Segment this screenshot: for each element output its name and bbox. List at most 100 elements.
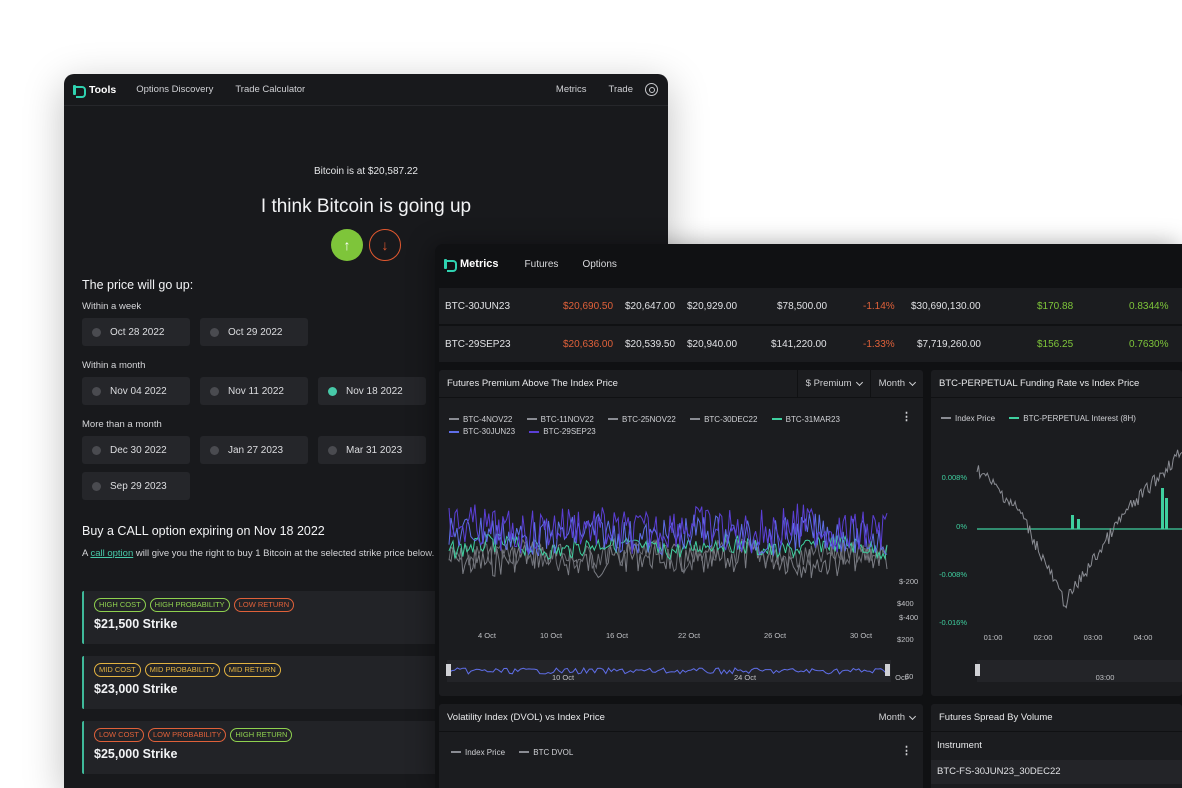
call-option-link[interactable]: call option: [90, 548, 133, 559]
cost-tag: MID COST: [94, 663, 141, 677]
x-tick: 30 Oct: [850, 631, 873, 640]
legend-swatch: [519, 751, 530, 753]
strike-card[interactable]: MID COST MID PROBABILITY MID RETURN $23,…: [82, 656, 482, 709]
radio-icon: [210, 445, 219, 455]
radio-icon: [92, 481, 101, 491]
settings-gear-icon[interactable]: [645, 83, 658, 96]
probability-tag: MID PROBABILITY: [144, 663, 220, 677]
tools-logo[interactable]: Tools: [72, 84, 116, 98]
buy-call-description: A call option will give you the right to…: [82, 546, 442, 561]
funding-chart-svg: 0.008% 0% -0.008% -0.016% 01:00 02:00 03:00 04:…: [939, 449, 1182, 682]
date-option[interactable]: Mar 31 2023: [318, 436, 426, 464]
premium-panel-title: Futures Premium Above The Index Price: [447, 378, 618, 389]
funding-panel-title: BTC-PERPETUAL Funding Rate vs Index Pric…: [939, 378, 1140, 389]
date-option-label: Oct 29 2022: [228, 326, 283, 338]
date-option-label: Sep 29 2023: [110, 480, 167, 492]
mark-cell: $20,636.00: [563, 339, 614, 350]
nav-futures[interactable]: Futures: [525, 259, 559, 270]
return-tag: HIGH RETURN: [230, 728, 293, 742]
arrow-up-icon: ↑: [343, 237, 351, 253]
nav-trade-calculator[interactable]: Trade Calculator: [235, 84, 305, 95]
date-option[interactable]: Dec 30 2022: [82, 436, 190, 464]
strike-label: $21,500 Strike: [94, 617, 178, 631]
radio-icon: [92, 386, 101, 396]
price-will-heading: The price will go up:: [82, 278, 194, 292]
date-option-label: Oct 28 2022: [110, 326, 165, 338]
radio-icon: [210, 386, 219, 396]
y-tick: $400: [897, 599, 914, 608]
strike-label: $25,000 Strike: [94, 747, 178, 761]
legend-item[interactable]: BTC DVOL: [519, 748, 573, 757]
range-navigator: [977, 660, 1182, 682]
sentiment-headline: I think Bitcoin is going up: [260, 196, 472, 217]
y-tick: 0%: [956, 522, 967, 531]
going-up-button[interactable]: ↑: [331, 229, 363, 261]
date-option[interactable]: Sep 29 2023: [82, 472, 190, 500]
funding-bar: [1161, 488, 1164, 529]
date-option[interactable]: Oct 28 2022: [82, 318, 190, 346]
date-option-label: Mar 31 2023: [346, 444, 403, 456]
x-tick: 16 Oct: [606, 631, 629, 640]
open-interest-cell: $7,719,260.00: [917, 339, 981, 350]
date-option-label: Nov 11 2022: [228, 385, 284, 397]
funding-bar: [1071, 515, 1074, 529]
more-options-icon[interactable]: ⋮: [901, 744, 912, 757]
nav-options[interactable]: Options: [582, 259, 616, 270]
premium-cell: $156.25: [1037, 339, 1074, 350]
probability-tag: LOW PROBABILITY: [148, 728, 227, 742]
radio-icon: [328, 445, 337, 455]
going-down-button[interactable]: ↓: [369, 229, 401, 261]
metrics-brand-label: Metrics: [460, 258, 499, 270]
date-option[interactable]: Jan 27 2023: [200, 436, 308, 464]
table-row[interactable]: BTC-FS-30JUN23_30DEC22: [931, 760, 1182, 784]
instrument-column-header[interactable]: Instrument: [937, 740, 982, 751]
legend-swatch: [451, 751, 461, 753]
strike-card[interactable]: LOW COST LOW PROBABILITY HIGH RETURN $25…: [82, 721, 482, 774]
date-option-label: Jan 27 2023: [228, 444, 284, 456]
date-option[interactable]: Nov 04 2022: [82, 377, 190, 405]
y-tick: -0.016%: [939, 618, 967, 627]
radio-icon: [210, 327, 219, 337]
metrics-logo[interactable]: Metrics: [443, 258, 499, 272]
cost-tag: LOW COST: [94, 728, 145, 742]
premium-series-line: [448, 503, 888, 556]
dvol-range-dropdown[interactable]: Month: [871, 704, 923, 732]
volume-cell: $78,500.00: [777, 301, 828, 312]
chevron-down-icon: [855, 378, 863, 386]
table-row[interactable]: BTC-30JUN23 $20,690.50 $20,647.00 $20,92…: [439, 288, 1182, 324]
dvol-legend: Index Price BTC DVOL: [451, 746, 585, 757]
nav-trade[interactable]: Trade: [609, 84, 633, 95]
change-cell: -1.33%: [863, 339, 895, 350]
date-option-label: Dec 30 2022: [110, 444, 167, 456]
arrow-down-icon: ↓: [381, 237, 389, 253]
spread-panel-title: Futures Spread By Volume: [939, 712, 1053, 723]
logo-icon: [72, 84, 86, 98]
premium-unit-dropdown[interactable]: $ Premium: [796, 370, 870, 398]
instrument-cell: BTC-30JUN23: [445, 301, 511, 312]
table-row[interactable]: BTC-29SEP23 $20,636.00 $20,539.50 $20,94…: [439, 326, 1182, 362]
legend-item[interactable]: Index Price: [451, 748, 505, 757]
date-option[interactable]: Oct 29 2022: [200, 318, 308, 346]
y-tick: $0: [905, 672, 914, 681]
date-option[interactable]: Nov 11 2022: [200, 377, 308, 405]
group-label-more: More than a month: [82, 419, 162, 430]
date-option-selected[interactable]: Nov 18 2022: [318, 377, 426, 405]
strike-card[interactable]: HIGH COST HIGH PROBABILITY LOW RETURN $2…: [82, 591, 482, 644]
nav-metrics[interactable]: Metrics: [556, 84, 587, 95]
y-tick: $-200: [899, 577, 918, 586]
volume-cell: $141,220.00: [771, 339, 827, 350]
metrics-topbar: Metrics Futures Options: [435, 244, 1182, 284]
return-tag: MID RETURN: [223, 663, 281, 677]
nav-options-discovery[interactable]: Options Discovery: [136, 84, 213, 95]
dropdown-value: Month: [878, 712, 905, 723]
radio-icon: [92, 327, 101, 337]
logo-icon: [443, 258, 457, 272]
y-tick: $200: [897, 635, 914, 644]
bid-cell: $20,539.50: [625, 339, 676, 350]
x-tick: 01:00: [984, 633, 1003, 642]
funding-chart-panel: BTC-PERPETUAL Funding Rate vs Index Pric…: [931, 370, 1182, 696]
x-tick: 02:00: [1034, 633, 1053, 642]
premium-range-dropdown[interactable]: Month: [869, 370, 923, 398]
radio-selected-icon: [328, 386, 337, 396]
radio-icon: [92, 445, 101, 455]
